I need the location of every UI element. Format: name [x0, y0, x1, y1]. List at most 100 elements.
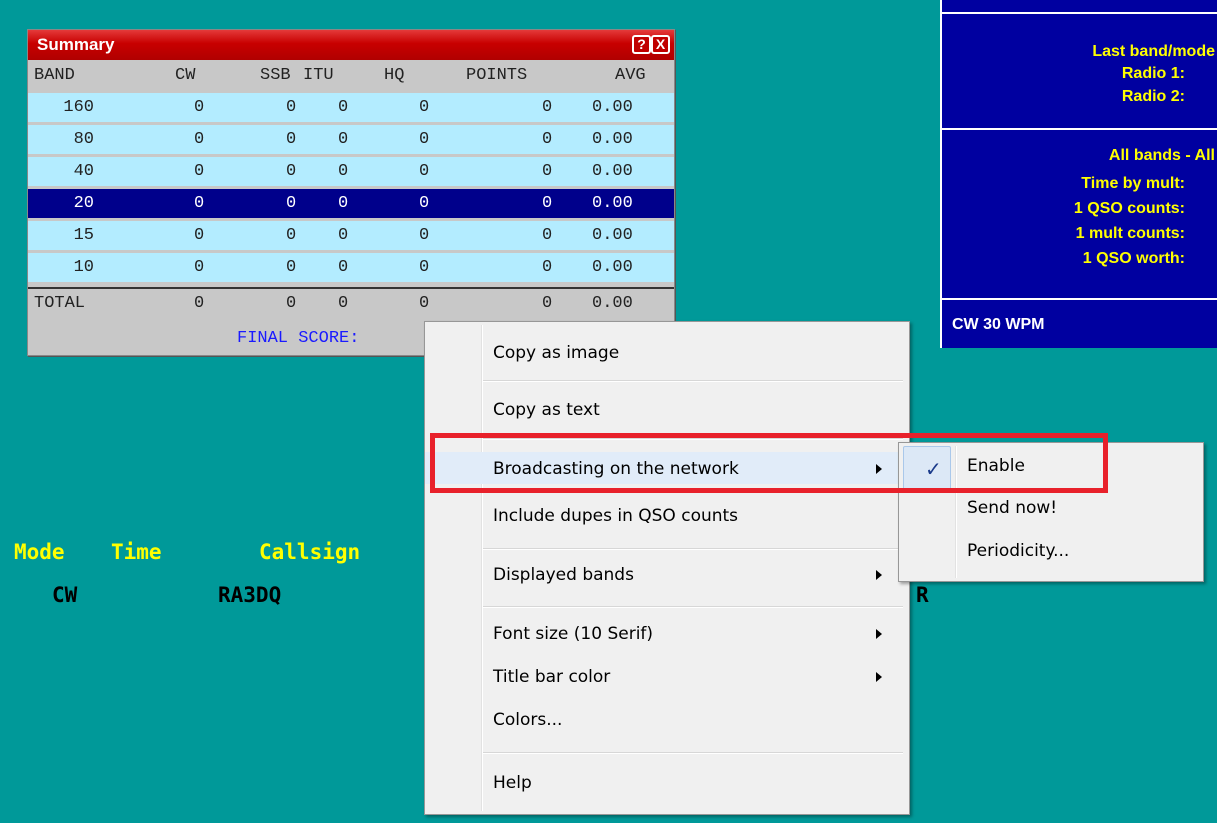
- right-info-panel: Last band/mode Radio 1: Radio 2: All ban…: [940, 0, 1217, 348]
- cell-avg: 0.00: [592, 194, 633, 213]
- cell-points: 0: [542, 130, 553, 149]
- cell-hq: 0: [419, 194, 430, 213]
- menu-item-font-size[interactable]: Font size (10 Serif): [425, 617, 909, 649]
- cell-hq: 0: [419, 130, 430, 149]
- panel-divider: [942, 128, 1217, 130]
- cell-ssb: 0: [286, 162, 297, 181]
- col-header-itu: ITU: [303, 66, 334, 85]
- summary-title-bar[interactable]: Summary ? X: [28, 30, 674, 60]
- menu-separator: [483, 438, 903, 440]
- menu-separator: [483, 606, 903, 608]
- summary-window[interactable]: Summary ? X BAND CW SSB ITU HQ POINTS AV…: [27, 29, 675, 356]
- cell-points: 0: [542, 194, 553, 213]
- menu-item-help[interactable]: Help: [425, 766, 909, 798]
- table-row[interactable]: 160 0 0 0 0 0 0.00: [28, 93, 674, 122]
- cell-band: 15: [73, 226, 94, 245]
- cell-cw: 0: [194, 226, 205, 245]
- cell-points: 0: [542, 226, 553, 245]
- submenu-item-label: Enable: [967, 456, 1025, 476]
- cell-cw: 0: [194, 98, 205, 117]
- menu-item-label: Font size (10 Serif): [493, 624, 654, 644]
- help-button[interactable]: ?: [632, 35, 651, 54]
- submenu-item-send-now[interactable]: Send now!: [899, 490, 1203, 526]
- cell-hq: 0: [419, 226, 430, 245]
- cell-ssb: 0: [286, 130, 297, 149]
- cell-itu: 0: [338, 226, 349, 245]
- menu-item-label: Colors...: [493, 710, 563, 730]
- broadcasting-submenu[interactable]: ✓ Enable Send now! Periodicity...: [898, 442, 1204, 582]
- cell-band: 20: [73, 194, 94, 213]
- cell-hq: 0: [419, 98, 430, 117]
- total-label: TOTAL: [34, 294, 86, 313]
- cell-ssb: 0: [286, 258, 297, 277]
- total-hq: 0: [419, 294, 430, 313]
- cell-band: 40: [73, 162, 94, 181]
- table-row[interactable]: 80 0 0 0 0 0 0.00: [28, 125, 674, 154]
- submenu-item-enable[interactable]: ✓ Enable: [899, 443, 1203, 490]
- menu-item-broadcasting[interactable]: Broadcasting on the network: [425, 452, 909, 484]
- cell-hq: 0: [419, 162, 430, 181]
- menu-item-include-dupes[interactable]: Include dupes in QSO counts: [425, 499, 909, 531]
- menu-item-label: Include dupes in QSO counts: [493, 506, 739, 526]
- summary-title: Summary: [37, 35, 115, 54]
- cell-cw: 0: [194, 258, 205, 277]
- qso-counts-label: 1 QSO counts:: [1073, 200, 1185, 217]
- cell-ssb: 0: [286, 226, 297, 245]
- cell-itu: 0: [338, 258, 349, 277]
- radio1-label: Radio 1:: [1121, 65, 1185, 82]
- cell-cw: 0: [194, 194, 205, 213]
- log-entry-trailing: R: [916, 583, 929, 607]
- log-header-mode: Mode: [14, 540, 65, 564]
- log-header-callsign: Callsign: [259, 540, 361, 564]
- log-entry-callsign[interactable]: RA3DQ: [218, 583, 281, 607]
- panel-divider: [942, 12, 1217, 14]
- menu-item-copy-as-image[interactable]: Copy as image: [425, 336, 909, 368]
- table-header-row: BAND CW SSB ITU HQ POINTS AVG: [28, 61, 674, 90]
- cell-itu: 0: [338, 130, 349, 149]
- menu-separator: [483, 380, 903, 382]
- cell-avg: 0.00: [592, 98, 633, 117]
- menu-separator: [483, 752, 903, 754]
- menu-item-label: Broadcasting on the network: [493, 459, 739, 479]
- checkmark-frame: ✓: [903, 446, 951, 490]
- table-row[interactable]: 20 0 0 0 0 0 0.00: [28, 189, 674, 218]
- menu-item-colors[interactable]: Colors...: [425, 703, 909, 735]
- submenu-item-periodicity[interactable]: Periodicity...: [899, 533, 1203, 569]
- time-by-mult-label: Time by mult:: [1081, 175, 1185, 192]
- submenu-item-label: Periodicity...: [967, 541, 1070, 561]
- cell-ssb: 0: [286, 98, 297, 117]
- menu-separator: [483, 548, 903, 550]
- total-points: 0: [542, 294, 553, 313]
- menu-item-label: Copy as image: [493, 343, 620, 363]
- menu-item-copy-as-text[interactable]: Copy as text: [425, 393, 909, 425]
- col-header-ssb: SSB: [260, 66, 291, 85]
- cell-avg: 0.00: [592, 258, 633, 277]
- cell-points: 0: [542, 98, 553, 117]
- total-itu: 0: [338, 294, 349, 313]
- table-row[interactable]: 40 0 0 0 0 0 0.00: [28, 157, 674, 186]
- table-row[interactable]: 10 0 0 0 0 0 0.00: [28, 253, 674, 282]
- col-header-avg: AVG: [615, 66, 646, 85]
- qso-worth-label: 1 QSO worth:: [1082, 250, 1185, 267]
- col-header-points: POINTS: [466, 66, 528, 85]
- table-row[interactable]: 15 0 0 0 0 0 0.00: [28, 221, 674, 250]
- col-header-hq: HQ: [384, 66, 405, 85]
- submenu-arrow-icon: [876, 672, 882, 682]
- cell-itu: 0: [338, 194, 349, 213]
- menu-item-displayed-bands[interactable]: Displayed bands: [425, 558, 909, 590]
- cell-avg: 0.00: [592, 130, 633, 149]
- context-menu[interactable]: Copy as image Copy as text Broadcasting …: [424, 321, 910, 815]
- cell-hq: 0: [419, 258, 430, 277]
- cell-band: 160: [63, 98, 94, 117]
- cell-cw: 0: [194, 162, 205, 181]
- menu-item-label: Title bar color: [493, 667, 611, 687]
- menu-item-label: Copy as text: [493, 400, 600, 420]
- cell-ssb: 0: [286, 194, 297, 213]
- total-cw: 0: [194, 294, 205, 313]
- submenu-arrow-icon: [876, 629, 882, 639]
- close-button[interactable]: X: [651, 35, 670, 54]
- log-header-time: Time: [111, 540, 162, 564]
- checkmark-icon: ✓: [925, 457, 942, 481]
- col-header-band: BAND: [34, 66, 75, 85]
- menu-item-title-bar-color[interactable]: Title bar color: [425, 660, 909, 692]
